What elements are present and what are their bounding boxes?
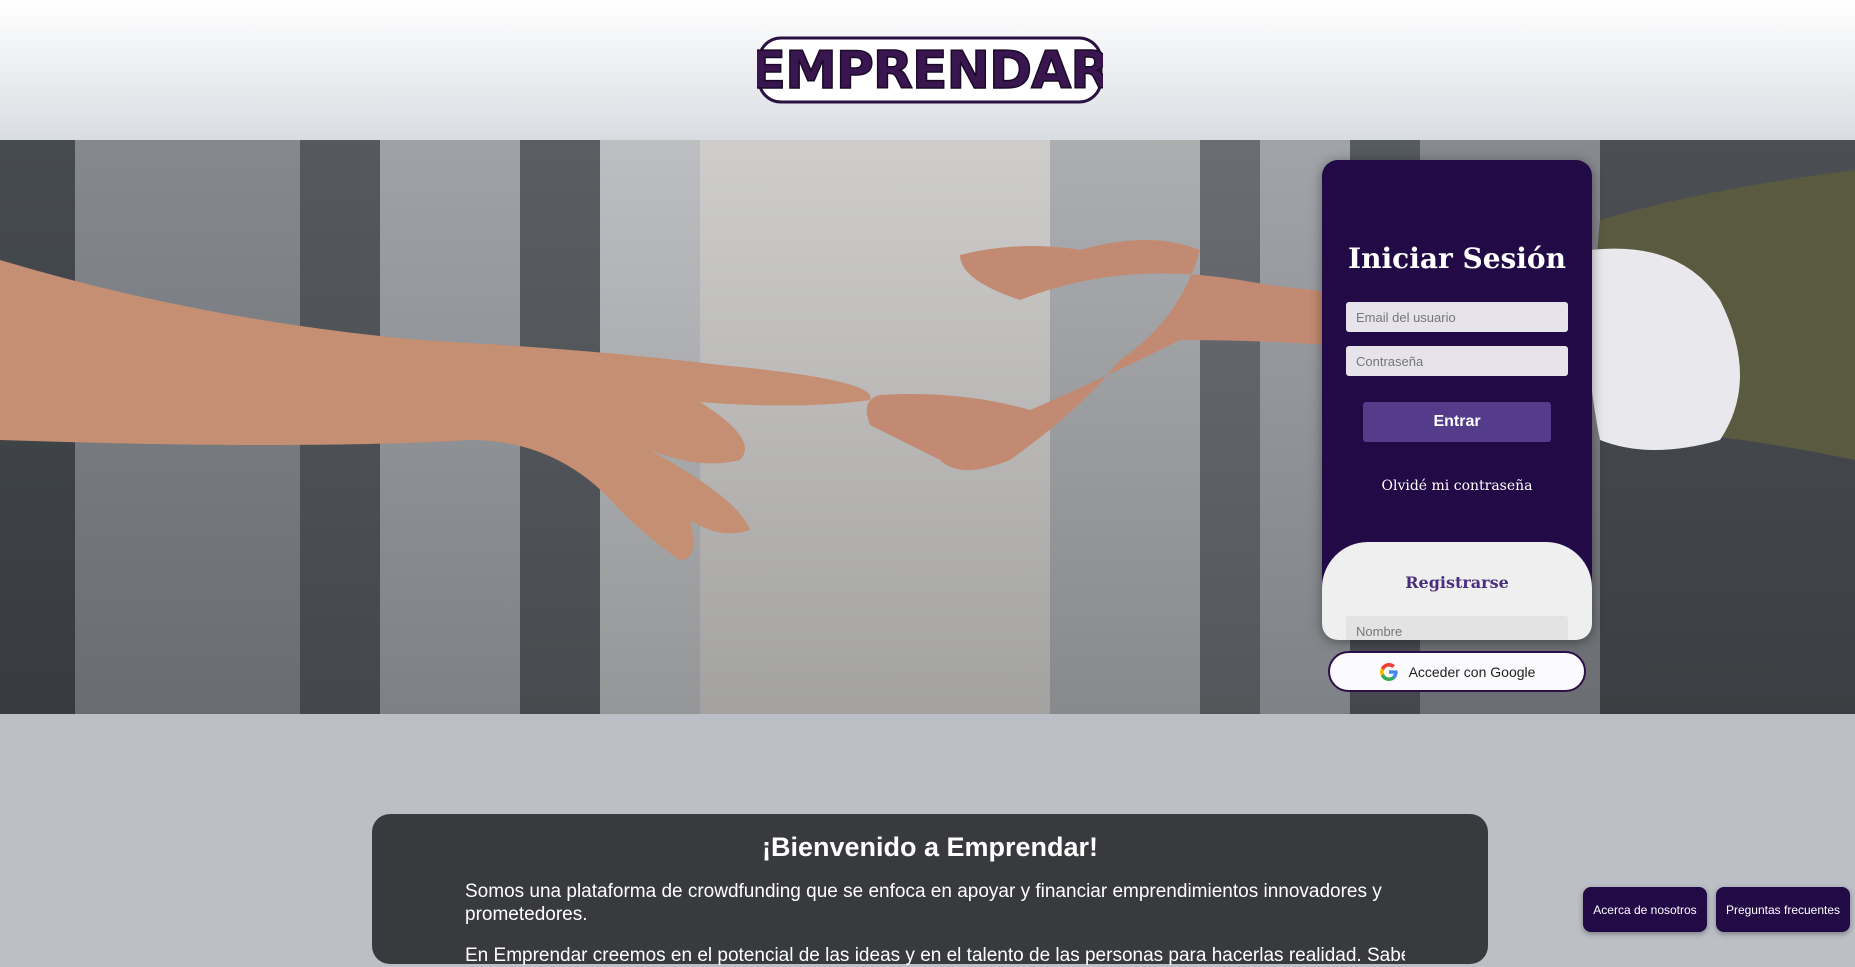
welcome-paragraph-2: En Emprendar creemos en el potencial de … (465, 945, 1405, 966)
register-title[interactable]: Registrarse (1322, 573, 1592, 592)
google-signin-label: Acceder con Google (1408, 663, 1536, 680)
site-header: EMPRENDAR (0, 0, 1855, 140)
password-input[interactable] (1346, 346, 1568, 376)
login-card: Iniciar Sesión Entrar Olvidé mi contrase… (1322, 160, 1592, 640)
name-input[interactable] (1346, 616, 1568, 640)
login-submit-button[interactable]: Entrar (1363, 402, 1551, 442)
logo-text: EMPRENDAR (757, 41, 1103, 101)
login-title: Iniciar Sesión (1348, 242, 1566, 275)
about-us-button[interactable]: Acerca de nosotros (1583, 887, 1707, 932)
faq-button[interactable]: Preguntas frecuentes (1716, 887, 1850, 932)
welcome-section: ¡Bienvenido a Emprendar! Somos una plata… (372, 814, 1488, 966)
google-signin-button[interactable]: Acceder con Google (1328, 651, 1586, 692)
email-input[interactable] (1346, 302, 1568, 332)
welcome-paragraph-1: Somos una plataforma de crowdfunding que… (465, 881, 1382, 925)
forgot-password-link[interactable]: Olvidé mi contraseña (1322, 478, 1592, 494)
google-g-icon (1379, 662, 1398, 681)
register-panel: Registrarse (1322, 542, 1592, 640)
welcome-title: ¡Bienvenido a Emprendar! (761, 832, 1099, 862)
emprendar-logo[interactable]: EMPRENDAR (757, 36, 1103, 104)
